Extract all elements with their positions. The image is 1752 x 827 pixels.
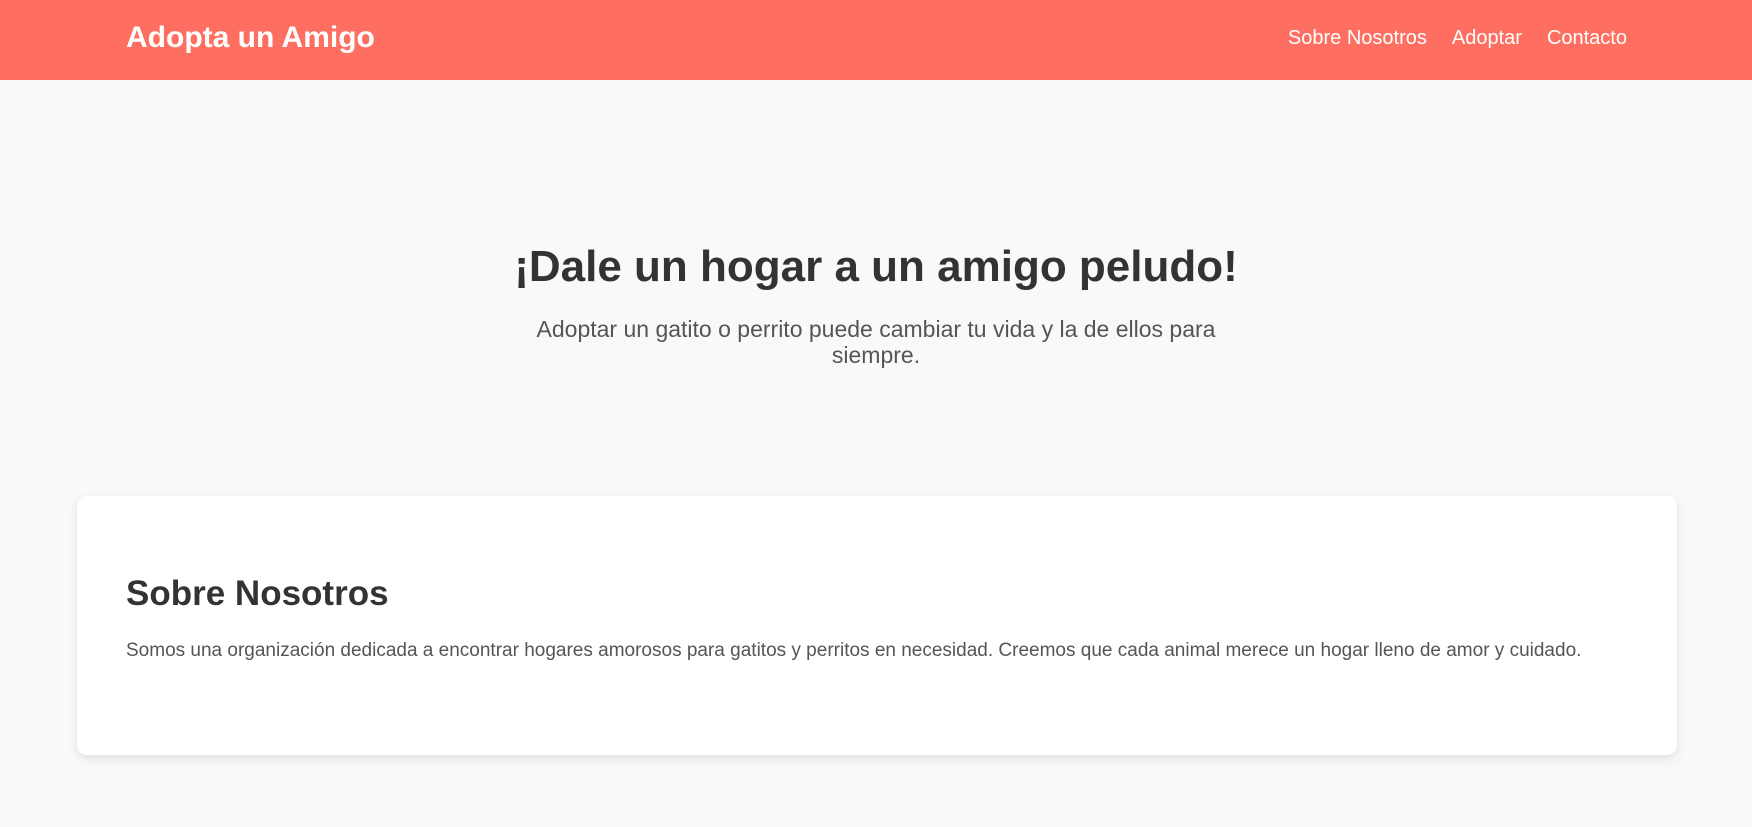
about-title: Sobre Nosotros [126,574,389,613]
nav-link-contacto[interactable]: Contacto [1547,26,1627,50]
about-text: Somos una organización dedicada a encont… [126,640,1582,661]
site-logo-text[interactable]: Adopta un Amigo [126,20,375,56]
about-card: Sobre Nosotros Somos una organización de… [77,496,1677,755]
site-header: Adopta un Amigo Sobre Nosotros Adoptar C… [0,0,1752,80]
nav-link-sobre-nosotros[interactable]: Sobre Nosotros [1288,26,1427,50]
main-nav: Sobre Nosotros Adoptar Contacto [1288,26,1627,50]
hero-subtitle: Adoptar un gatito o perrito puede cambia… [536,316,1216,368]
hero-title: ¡Dale un hogar a un amigo peludo! [514,242,1238,291]
hero-section: ¡Dale un hogar a un amigo peludo! Adopta… [0,240,1752,368]
nav-link-adoptar[interactable]: Adoptar [1452,26,1522,50]
